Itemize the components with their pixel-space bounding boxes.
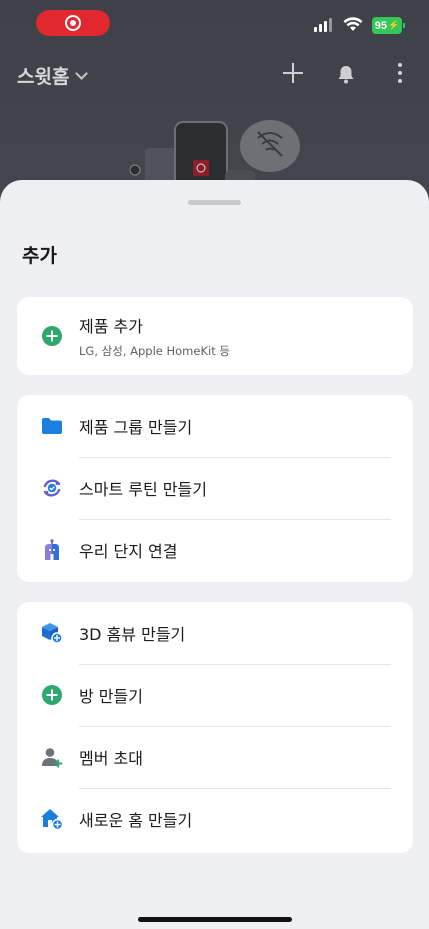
more-icon[interactable] [398,63,402,83]
plus-circle-icon [42,326,62,346]
add-icon[interactable] [282,62,304,84]
menu-item-subtitle: LG, 삼성, Apple HomeKit 등 [79,344,230,358]
add-bottom-sheet: 추가 제품 추가 LG, 삼성, Apple HomeKit 등 제품 그룹 만… [0,180,429,929]
menu-item-label: 방 만들기 [79,687,143,706]
wifi-icon [343,17,363,31]
battery-indicator: 95 ⚡ [372,17,405,34]
status-bar: 95 ⚡ [0,0,429,46]
add-member-icon [42,748,63,768]
new-home-icon [41,809,63,830]
home-indicator[interactable] [138,917,292,922]
add-product-text: 제품 추가 LG, 삼성, Apple HomeKit 등 [79,313,230,359]
battery-level: 95 [374,19,388,32]
menu-item-label: 제품 추가 [79,317,143,336]
menu-item-label: 스마트 루틴 만들기 [79,480,207,499]
menu-item-label: 우리 단지 연결 [79,542,178,561]
home-name: 스윗홈 [17,66,70,88]
sheet-grabber[interactable] [188,200,241,205]
menu-item-label: 3D 홈뷰 만들기 [79,625,186,644]
menu-item-label: 새로운 홈 만들기 [79,811,193,830]
menu-item-label: 제품 그룹 만들기 [79,418,193,437]
create-3d-homeview-item[interactable]: 3D 홈뷰 만들기 [17,602,413,664]
cellular-signal-icon [314,18,332,32]
record-icon [65,15,81,31]
section-home-setup: 3D 홈뷰 만들기 방 만들기 멤버 초대 새로운 홈 만들기 [17,602,413,853]
create-smart-routine-item[interactable]: 스마트 루틴 만들기 [17,457,413,519]
create-room-item[interactable]: 방 만들기 [17,664,413,726]
add-product-item[interactable]: 제품 추가 LG, 삼성, Apple HomeKit 등 [17,297,413,375]
plus-circle-icon [42,685,62,705]
3d-cube-icon [42,623,63,644]
routine-icon [43,479,61,497]
chevron-down-icon [75,66,89,80]
apartment-icon [45,539,59,560]
menu-item-label: 멤버 초대 [79,749,143,768]
invite-member-item[interactable]: 멤버 초대 [17,726,413,788]
folder-icon [42,418,62,434]
sheet-title: 추가 [22,245,57,267]
create-new-home-item[interactable]: 새로운 홈 만들기 [17,788,413,850]
home-selector[interactable]: 스윗홈 [17,62,89,89]
screen-recording-indicator[interactable] [36,10,110,36]
bell-icon[interactable] [336,64,356,84]
create-product-group-item[interactable]: 제품 그룹 만들기 [17,395,413,457]
section-add-product: 제품 추가 LG, 삼성, Apple HomeKit 등 [17,297,413,375]
connect-apartment-complex-item[interactable]: 우리 단지 연결 [17,519,413,581]
section-group-routine: 제품 그룹 만들기 스마트 루틴 만들기 우리 단지 연결 [17,395,413,582]
